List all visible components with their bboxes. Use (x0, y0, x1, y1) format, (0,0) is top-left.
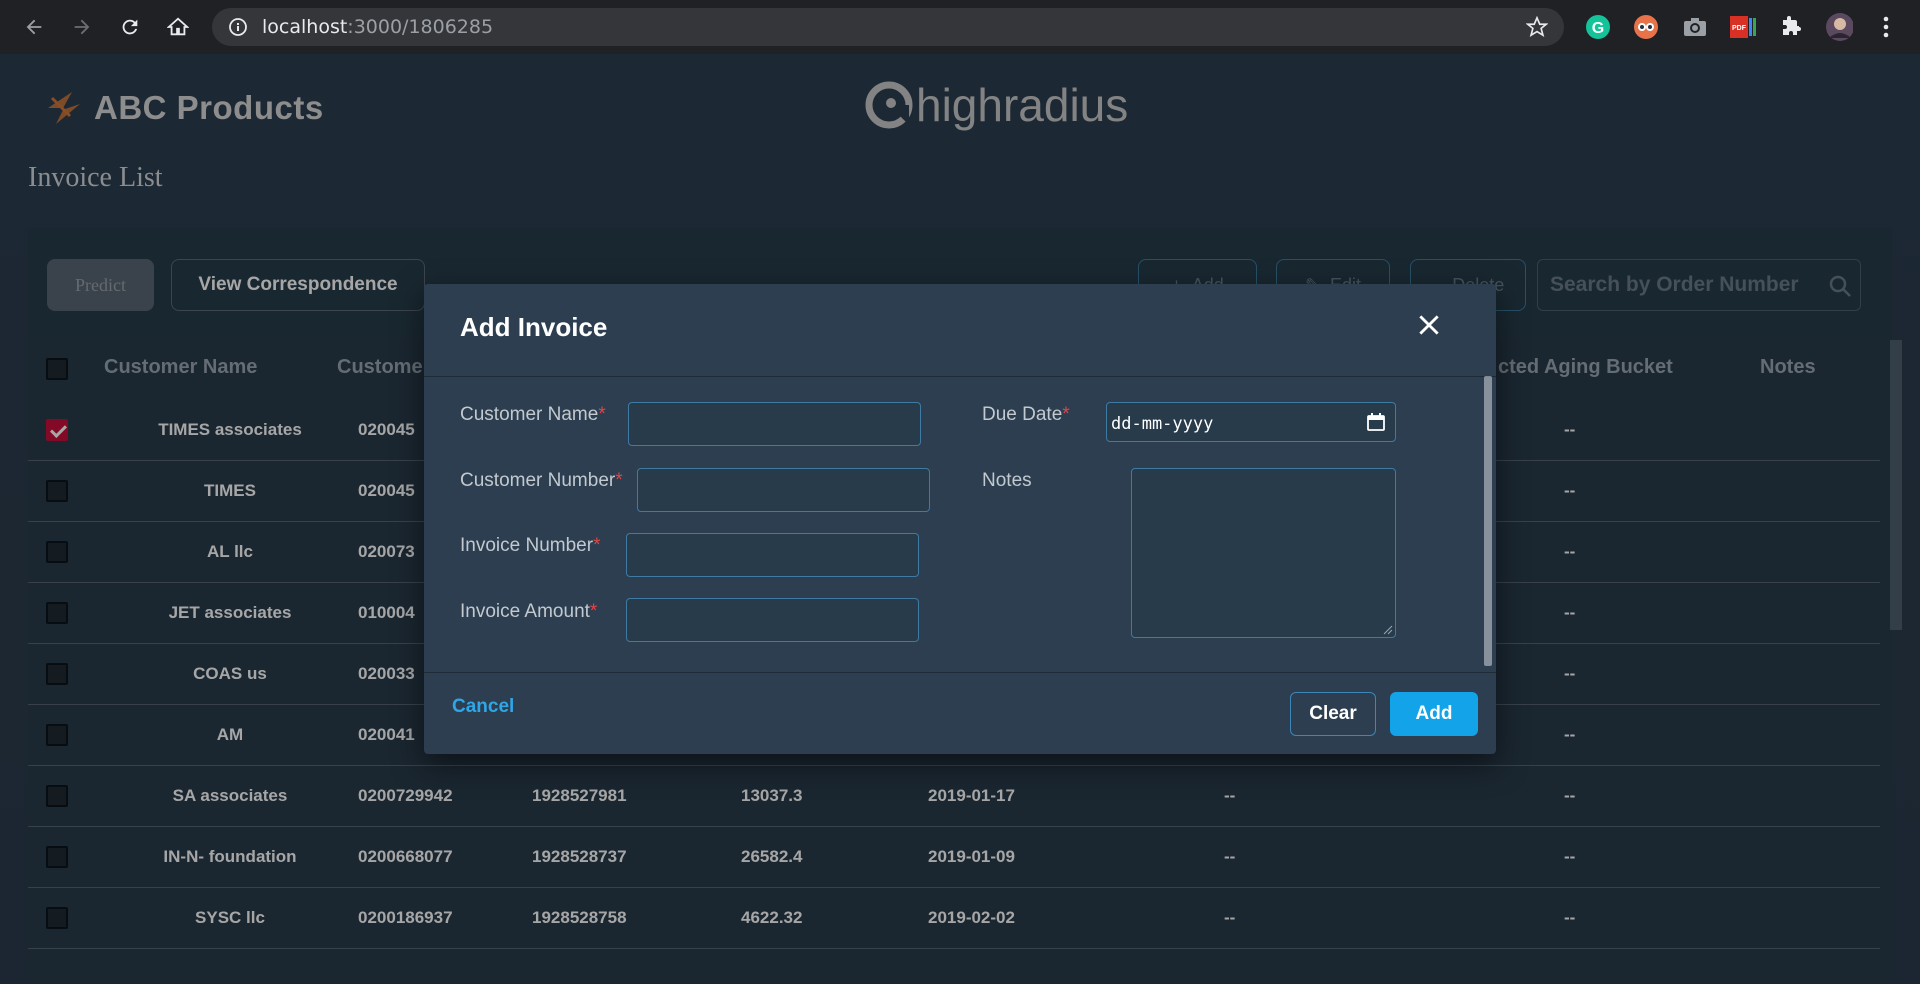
invoice-amount-label: Invoice Amount* (460, 601, 597, 623)
url-text: localhost:3000/1806285 (262, 16, 493, 38)
svg-text:PDF: PDF (1732, 25, 1747, 32)
browser-toolbar: localhost:3000/1806285 G PDF (0, 0, 1920, 54)
notes-label: Notes (982, 470, 1032, 491)
grammarly-icon[interactable]: G (1584, 13, 1612, 41)
avatar[interactable] (1825, 13, 1853, 41)
required-mark: * (589, 601, 598, 622)
dialog-footer-divider (424, 672, 1496, 673)
clear-button[interactable]: Clear (1290, 692, 1376, 736)
due-date-label-text: Due Date (982, 404, 1063, 425)
invoice-number-label: Invoice Number* (460, 535, 600, 557)
dialog-scrollbar[interactable] (1484, 376, 1492, 666)
close-icon[interactable] (1416, 312, 1442, 338)
customer-number-field[interactable] (637, 468, 930, 512)
pdf-extension-icon[interactable]: PDF (1729, 13, 1757, 41)
required-mark: * (615, 470, 623, 491)
resize-handle-icon[interactable] (1383, 625, 1393, 635)
customer-name-label-text: Customer Name (460, 404, 599, 425)
home-icon[interactable] (158, 7, 198, 47)
required-mark: * (1062, 404, 1070, 425)
cancel-button[interactable]: Cancel (452, 696, 514, 718)
add-invoice-dialog: Add Invoice Customer Name* Customer Numb… (424, 284, 1496, 754)
required-mark: * (593, 535, 601, 556)
url-path: :3000/1806285 (347, 16, 494, 38)
eyes-extension-icon[interactable] (1632, 13, 1660, 41)
notes-textarea[interactable] (1131, 468, 1396, 638)
due-date-label: Due Date* (982, 404, 1070, 426)
dialog-divider (424, 376, 1496, 377)
bookmark-star-icon[interactable] (1525, 15, 1549, 38)
camera-icon[interactable] (1681, 13, 1709, 41)
customer-name-label: Customer Name* (460, 404, 606, 426)
invoice-amount-field[interactable] (626, 598, 919, 642)
address-bar[interactable]: localhost:3000/1806285 (212, 8, 1564, 46)
url-host: localhost (262, 16, 348, 38)
dialog-title: Add Invoice (460, 312, 608, 342)
invoice-number-field[interactable] (626, 533, 919, 577)
info-icon[interactable] (228, 17, 248, 37)
invoice-number-label-text: Invoice Number (460, 535, 594, 556)
reload-icon[interactable] (110, 7, 150, 47)
invoice-amount-label-text: Invoice Amount (460, 601, 590, 622)
required-mark: * (598, 404, 606, 425)
forward-icon[interactable] (62, 7, 102, 47)
back-icon[interactable] (14, 7, 54, 47)
due-date-field[interactable]: dd-mm-yyyy (1106, 402, 1396, 442)
customer-number-label: Customer Number* (460, 470, 623, 492)
due-date-placeholder: dd-mm-yyyy (1111, 414, 1214, 434)
more-menu-icon[interactable] (1872, 13, 1900, 41)
add-invoice-submit-button[interactable]: Add (1390, 692, 1478, 736)
calendar-icon[interactable] (1367, 413, 1385, 431)
customer-name-field[interactable] (628, 402, 921, 446)
page-scrollbar[interactable] (1890, 340, 1902, 630)
customer-number-label-text: Customer Number (460, 470, 616, 491)
extensions-puzzle-icon[interactable] (1777, 13, 1805, 41)
svg-text:G: G (1592, 20, 1604, 37)
